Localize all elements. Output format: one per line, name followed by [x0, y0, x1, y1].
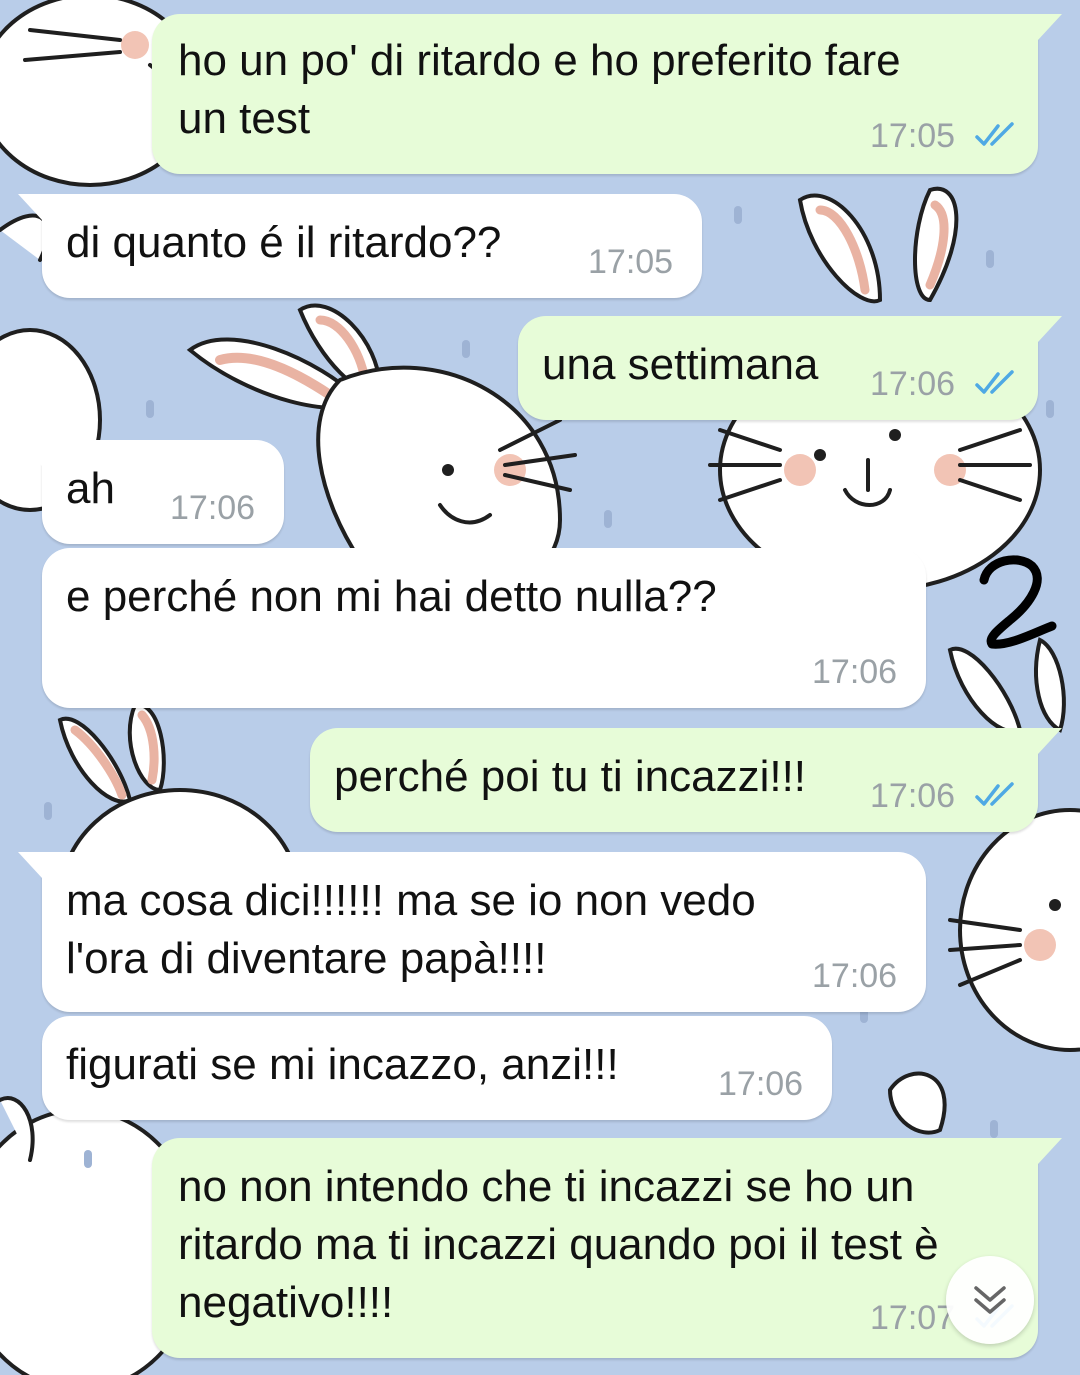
- bubble-tail: [1038, 1138, 1062, 1164]
- message-time: 17:06: [812, 957, 898, 995]
- handwritten-annotation: [979, 555, 1057, 649]
- message-bubble-incoming[interactable]: e perché non mi hai detto nulla?? 17:06: [42, 548, 926, 708]
- message-time: 17:05: [870, 117, 956, 155]
- read-receipt-icon: [975, 370, 1014, 394]
- message-time: 17:06: [870, 365, 956, 403]
- bubble-tail: [1038, 316, 1062, 342]
- message-bubble-incoming[interactable]: ma cosa dici!!!!!! ma se io non vedo l'o…: [18, 852, 926, 1012]
- message-bubble-incoming[interactable]: di quanto é il ritardo?? 17:05: [18, 194, 702, 298]
- bubble-tail: [1038, 14, 1062, 40]
- message-time: 17:05: [588, 243, 674, 281]
- message-text: ah: [66, 464, 115, 513]
- message-bubble-incoming[interactable]: ah 17:06: [18, 440, 284, 544]
- message-text: no non intendo che ti incazzi se ho un r…: [178, 1162, 939, 1327]
- message-bubble-incoming[interactable]: figurati se mi incazzo, anzi!!! 17:06: [42, 1016, 832, 1120]
- message-bubble-outgoing[interactable]: no non intendo che ti incazzi se ho un r…: [152, 1138, 1062, 1358]
- handwritten-number-2-mark: [979, 555, 1057, 649]
- bubble-tail: [18, 440, 42, 466]
- message-time: 17:07: [870, 1299, 956, 1337]
- message-text: una settimana: [542, 340, 819, 389]
- message-text: figurati se mi incazzo, anzi!!!: [66, 1040, 619, 1089]
- bubble-tail: [18, 852, 42, 878]
- read-receipt-icon: [975, 782, 1014, 806]
- bubble-tail: [18, 194, 42, 220]
- message-text: perché poi tu ti incazzi!!!: [334, 752, 807, 801]
- bubble-tail: [1038, 728, 1062, 754]
- message-bubble-outgoing[interactable]: perché poi tu ti incazzi!!! 17:06: [310, 728, 1062, 832]
- message-time: 17:06: [718, 1065, 804, 1103]
- message-text: e perché non mi hai detto nulla??: [66, 572, 717, 621]
- message-bubble-outgoing[interactable]: una settimana 17:06: [518, 316, 1062, 420]
- message-text: ma cosa dici!!!!!! ma se io non vedo l'o…: [66, 876, 756, 983]
- scroll-to-bottom-button[interactable]: [946, 1256, 1034, 1344]
- double-chevron-down-icon: [974, 1286, 1006, 1314]
- read-receipt-icon: [975, 122, 1014, 146]
- message-bubble-outgoing[interactable]: ho un po' di ritardo e ho preferito fare…: [152, 14, 1062, 174]
- message-time: 17:06: [812, 653, 898, 691]
- message-text: di quanto é il ritardo??: [66, 218, 502, 267]
- message-text: ho un po' di ritardo e ho preferito fare…: [178, 36, 901, 143]
- message-time: 17:06: [170, 489, 256, 527]
- message-time: 17:06: [870, 777, 956, 815]
